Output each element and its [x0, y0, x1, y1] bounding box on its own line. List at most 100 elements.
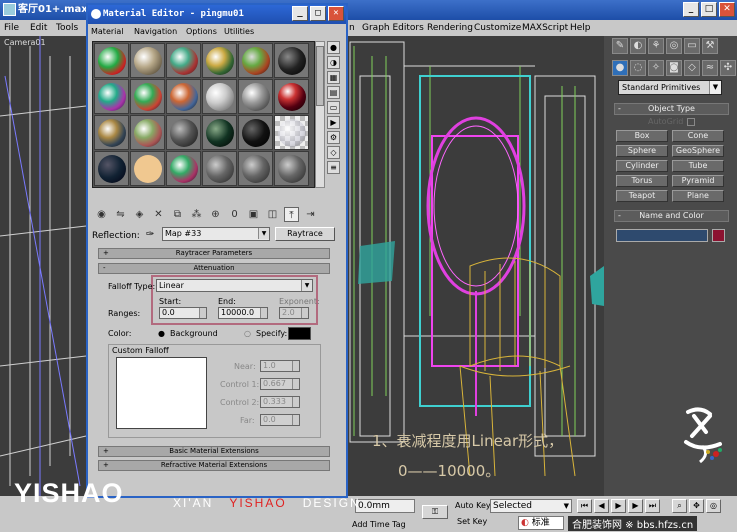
control2-spinner[interactable]: 0.333 — [260, 396, 300, 408]
lights-icon[interactable]: ✧ — [648, 60, 664, 76]
geosphere-button[interactable]: GeoSphere — [672, 145, 724, 157]
basic-extensions-rollout[interactable]: + Basic Material Extensions — [98, 446, 330, 457]
sample-slot[interactable] — [130, 43, 165, 78]
sample-slot[interactable] — [238, 43, 273, 78]
zoom-icon[interactable]: ⌕ — [672, 499, 687, 513]
background-icon[interactable]: ▦ — [327, 71, 340, 84]
sample-slot[interactable] — [94, 79, 129, 114]
menu-partial[interactable]: n — [349, 20, 355, 36]
sample-slot[interactable] — [94, 115, 129, 150]
sample-slot[interactable] — [94, 151, 129, 186]
teapot-button[interactable]: Teapot — [616, 190, 668, 202]
sample-slot[interactable] — [166, 43, 201, 78]
utilities-tab-icon[interactable]: ⚒ — [702, 38, 718, 54]
show-map-icon[interactable]: ▣ — [246, 207, 261, 222]
go-forward-sibling-icon[interactable]: ⇥ — [303, 207, 318, 222]
material-navigator-icon[interactable]: ≡ — [327, 161, 340, 174]
specify-color-swatch[interactable] — [288, 327, 311, 340]
menu-maxscript[interactable]: MAXScript — [522, 20, 568, 36]
object-name-field[interactable] — [616, 229, 708, 242]
cameras-icon[interactable]: ◙ — [666, 60, 682, 76]
category-dropdown[interactable]: Standard Primitives ▼ — [618, 80, 722, 95]
background-radio[interactable]: ● — [158, 329, 165, 338]
sample-slot[interactable] — [274, 115, 309, 150]
set-key-button[interactable]: Set Key — [457, 517, 487, 526]
sample-slot[interactable] — [202, 79, 237, 114]
menu-rendering[interactable]: Rendering — [427, 20, 473, 36]
sample-slot[interactable] — [166, 115, 201, 150]
sample-slot[interactable] — [166, 79, 201, 114]
sample-slot[interactable] — [238, 151, 273, 186]
sample-slot[interactable] — [130, 79, 165, 114]
show-end-result-icon[interactable]: ◫ — [265, 207, 280, 222]
object-color-swatch[interactable] — [712, 229, 725, 242]
pan-icon[interactable]: ✥ — [689, 499, 704, 513]
motion-tab-icon[interactable]: ◎ — [666, 38, 682, 54]
minimize-button[interactable]: _ — [683, 2, 699, 17]
slots-scrollbar[interactable] — [315, 41, 325, 188]
create-tab-icon[interactable]: ✎ — [612, 38, 628, 54]
autogrid-checkbox[interactable]: AutoGrid — [648, 117, 696, 126]
me-maximize-button[interactable]: □ — [310, 6, 326, 21]
sample-slot[interactable] — [130, 115, 165, 150]
get-material-icon[interactable]: ◉ — [94, 207, 109, 222]
select-by-material-icon[interactable]: ◇ — [327, 146, 340, 159]
coord-field[interactable]: 0.0mm — [355, 499, 415, 513]
end-spinner[interactable]: 10000.0 — [218, 307, 268, 319]
modify-tab-icon[interactable]: ◐ — [630, 38, 646, 54]
attenuation-rollout[interactable]: - Attenuation — [98, 263, 330, 274]
me-minimize-button[interactable]: _ — [292, 6, 308, 21]
specify-radio[interactable]: ○ — [244, 329, 251, 338]
me-menu-material[interactable]: Material — [91, 24, 124, 39]
sample-slot[interactable] — [94, 43, 129, 78]
uv-tiling-icon[interactable]: ▤ — [327, 86, 340, 99]
control1-spinner[interactable]: 0.667 — [260, 378, 300, 390]
sample-slot[interactable] — [130, 151, 165, 186]
put-to-scene-icon[interactable]: ⇋ — [113, 207, 128, 222]
map-type-button[interactable]: Raytrace — [275, 227, 335, 241]
play-icon[interactable]: ▶ — [611, 499, 626, 513]
video-check-icon[interactable]: ▭ — [327, 101, 340, 114]
me-menu-utilities[interactable]: Utilities — [224, 24, 254, 39]
display-tab-icon[interactable]: ▭ — [684, 38, 700, 54]
taskbar-item[interactable]: ◐ 标准 — [518, 516, 564, 530]
sample-slot[interactable] — [274, 79, 309, 114]
pyramid-button[interactable]: Pyramid — [672, 175, 724, 187]
go-to-parent-icon[interactable]: ⤒ — [284, 207, 299, 222]
systems-icon[interactable]: ✣ — [720, 60, 736, 76]
menu-help[interactable]: Help — [570, 20, 591, 36]
assign-to-selection-icon[interactable]: ◈ — [132, 207, 147, 222]
sample-slot[interactable] — [238, 115, 273, 150]
sample-slot[interactable] — [202, 43, 237, 78]
cone-button[interactable]: Cone — [672, 130, 724, 142]
near-spinner[interactable]: 1.0 — [260, 360, 300, 372]
put-to-library-icon[interactable]: ⊕ — [208, 207, 223, 222]
refractive-extensions-rollout[interactable]: + Refractive Material Extensions — [98, 460, 330, 471]
menu-edit[interactable]: Edit — [30, 20, 47, 36]
me-menu-navigation[interactable]: Navigation — [134, 24, 177, 39]
sample-slot[interactable] — [274, 43, 309, 78]
prev-frame-icon[interactable]: ◀ — [594, 499, 609, 513]
reset-icon[interactable]: ✕ — [151, 207, 166, 222]
falloff-type-dropdown[interactable]: Linear ▼ — [156, 279, 313, 292]
geometry-icon[interactable]: ● — [612, 60, 628, 76]
make-unique-icon[interactable]: ⁂ — [189, 207, 204, 222]
map-name-field[interactable]: Map #33 ▼ — [162, 227, 270, 241]
go-start-icon[interactable]: ⏮ — [577, 499, 592, 513]
next-frame-icon[interactable]: ▶ — [628, 499, 643, 513]
me-menu-options[interactable]: Options — [186, 24, 217, 39]
sample-slot[interactable] — [238, 79, 273, 114]
sample-type-icon[interactable]: ● — [327, 41, 340, 54]
sample-slot[interactable] — [202, 115, 237, 150]
orbit-icon[interactable]: ◎ — [706, 499, 721, 513]
maximize-button[interactable]: □ — [701, 2, 717, 17]
make-copy-icon[interactable]: ⧉ — [170, 207, 185, 222]
sphere-button[interactable]: Sphere — [616, 145, 668, 157]
shapes-icon[interactable]: ◌ — [630, 60, 646, 76]
backlight-icon[interactable]: ◑ — [327, 56, 340, 69]
menu-graph-editors[interactable]: Graph Editors — [362, 20, 424, 36]
raytracer-params-rollout[interactable]: + Raytracer Parameters — [98, 248, 330, 259]
object-type-rollout[interactable]: - Object Type — [614, 103, 729, 115]
options-icon[interactable]: ⚙ — [327, 131, 340, 144]
helpers-icon[interactable]: ◇ — [684, 60, 700, 76]
